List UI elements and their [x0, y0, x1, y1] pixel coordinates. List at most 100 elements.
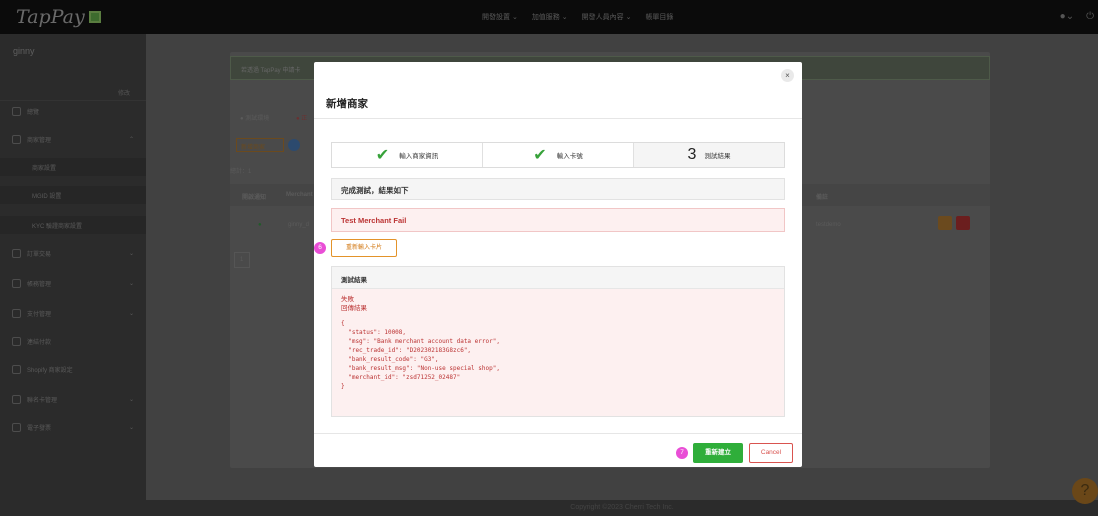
order-icon	[12, 248, 21, 258]
notify-dot-icon: ●	[258, 222, 262, 228]
chevron-down-icon: ⌄	[128, 250, 134, 257]
result-returned-label: 回傳結果	[341, 305, 367, 312]
result-body: 失敗 回傳結果 { "status": 10008, "msg": "Bank …	[332, 289, 784, 397]
modal-footer-divider	[314, 433, 802, 434]
sidebar-item-merchant[interactable]: 商家管理 ⌃	[0, 130, 146, 148]
sidebar-item-label: 商家設置	[32, 165, 57, 172]
chevron-down-icon: ⌄	[128, 424, 134, 431]
chevron-down-icon: ⌄	[128, 280, 134, 287]
invoice-icon	[12, 422, 21, 432]
grid-icon	[12, 106, 21, 116]
payment-icon	[12, 308, 21, 318]
sidebar-item-label: KYC 驗證商家設置	[32, 223, 83, 230]
logo-square-icon	[88, 11, 101, 23]
shopify-icon	[12, 364, 21, 374]
help-button[interactable]: ?	[1072, 478, 1098, 504]
col-note: 備註	[816, 195, 829, 201]
sidebar-item-label: 帳務管理	[27, 281, 52, 288]
top-right-icons: ●⌄ ⏻	[1060, 11, 1094, 22]
step-indicator: ✔ 輸入商家資訊 ✔ 輸入卡號 3 測試結果	[331, 142, 785, 168]
annotation-badge-6: 6	[314, 242, 326, 254]
topnav-value-added[interactable]: 加值服務 ⌄	[532, 12, 568, 22]
add-merchant-modal: × 新增商家 ✔ 輸入商家資訊 ✔ 輸入卡號 3 測試結果 完成測試，結果如下 …	[314, 62, 802, 467]
result-json: { "status": 10008, "msg": "Bank merchant…	[341, 320, 500, 390]
topnav-dev-settings[interactable]: 開發設置 ⌄	[482, 12, 518, 22]
sidebar-edit-link[interactable]: 修改	[118, 88, 130, 97]
top-nav: 開發設置 ⌄ 加值服務 ⌄ 開發人員內容 ⌄ 帳單目錄	[482, 12, 673, 22]
row-merchant: ginny_d	[288, 222, 310, 228]
sidebar-item-label: 連結付款	[27, 339, 52, 346]
alert-text: 若透過 TapPay 申請卡	[241, 68, 301, 74]
sidebar: ginny 修改 總覽 商家管理 ⌃ 商家設置 MGID 設置 KYC 驗證商家設…	[0, 34, 146, 516]
modal-title: 新增商家	[326, 98, 368, 110]
sidebar-item-label: 訂單交易	[27, 251, 52, 258]
sidebar-item-label: 商家管理	[27, 137, 52, 144]
sidebar-item-label: MGID 設置	[32, 193, 62, 200]
sidebar-item-kyc[interactable]: KYC 驗證商家設置	[0, 216, 146, 234]
tab-label: 正	[301, 116, 308, 122]
sidebar-username: ginny	[13, 46, 35, 56]
sidebar-item-mgid[interactable]: MGID 設置	[0, 186, 146, 204]
annotation-badge-7: 7	[676, 447, 688, 459]
sidebar-item-accounting[interactable]: 帳務管理 ⌄	[0, 274, 146, 292]
reinput-card-button[interactable]: 重新輸入卡片	[331, 239, 397, 257]
fail-message: Test Merchant Fail	[331, 208, 785, 232]
col-merchant: Merchant	[286, 192, 313, 198]
card-icon	[12, 394, 21, 404]
logo-text: TapPay	[16, 6, 85, 28]
check-icon: ✔	[375, 147, 390, 164]
result-panel: 測試結果 失敗 回傳結果 { "status": 10008, "msg": "…	[331, 266, 785, 417]
sidebar-divider	[0, 100, 146, 101]
sidebar-item-payment[interactable]: 支付管理 ⌄	[0, 304, 146, 322]
sidebar-item-einvoice[interactable]: 電子發票 ⌄	[0, 418, 146, 436]
account-icon	[12, 278, 21, 288]
row-note: testdemo	[816, 222, 841, 228]
store-icon	[12, 134, 21, 144]
sidebar-item-label: 聯名卡管理	[27, 397, 58, 404]
footer: Copyright ©2023 Cherri Tech Inc.	[146, 500, 1098, 516]
step-label: 測試結果	[704, 153, 731, 160]
sidebar-item-overview[interactable]: 總覽	[0, 102, 146, 120]
sidebar-item-merchant-settings[interactable]: 商家設置	[0, 158, 146, 176]
complete-header: 完成測試，結果如下	[331, 178, 785, 200]
chevron-down-icon: ⌄	[128, 310, 134, 317]
link-icon	[12, 336, 21, 346]
topnav-billing[interactable]: 帳單目錄	[645, 12, 673, 22]
settings-button[interactable]	[938, 216, 952, 230]
add-merchant-label: 新增商家	[241, 145, 266, 151]
cancel-button[interactable]: Cancel	[749, 443, 793, 463]
modal-divider	[314, 118, 802, 119]
delete-button[interactable]	[956, 216, 970, 230]
sidebar-item-cobrand-card[interactable]: 聯名卡管理 ⌄	[0, 390, 146, 408]
sidebar-item-label: 電子發票	[27, 425, 52, 432]
user-menu-icon[interactable]: ●⌄	[1060, 11, 1074, 22]
step-label: 輸入卡號	[556, 153, 583, 160]
top-bar: TapPay 開發設置 ⌄ 加值服務 ⌄ 開發人員內容 ⌄ 帳單目錄 ●⌄ ⏻	[0, 0, 1098, 34]
result-status: 失敗	[341, 296, 354, 303]
chevron-down-icon: ⌄	[128, 396, 134, 403]
sidebar-item-shopify[interactable]: Shopify 商家設定	[0, 360, 146, 378]
pagination-page[interactable]: 1	[234, 252, 250, 268]
result-title: 測試結果	[332, 267, 784, 289]
col-notify: 開啟通知	[242, 195, 267, 201]
topnav-developer[interactable]: 開發人員內容 ⌄	[582, 12, 632, 22]
step-merchant-info: ✔ 輸入商家資訊	[332, 143, 483, 167]
power-icon[interactable]: ⏻	[1086, 11, 1094, 22]
sidebar-item-label: Shopify 商家設定	[27, 367, 73, 374]
total-count: 總計：1	[230, 169, 252, 175]
step-test-result: 3 測試結果	[634, 143, 784, 167]
tab-test-env[interactable]: ● 測試環境	[240, 113, 269, 122]
tab-label: 測試環境	[245, 116, 270, 122]
check-icon: ✔	[533, 147, 547, 164]
info-icon	[288, 139, 300, 151]
close-icon[interactable]: ×	[781, 69, 794, 82]
recreate-button[interactable]: 重新建立	[693, 443, 743, 463]
sidebar-item-label: 支付管理	[27, 311, 52, 318]
add-merchant-button[interactable]: 新增商家	[236, 138, 284, 152]
step-card-number: ✔ 輸入卡號	[483, 143, 634, 167]
tab-production[interactable]: ● 正	[296, 113, 307, 122]
tappay-logo[interactable]: TapPay	[16, 6, 101, 28]
chevron-up-icon: ⌃	[128, 136, 134, 143]
sidebar-item-orders[interactable]: 訂單交易 ⌄	[0, 244, 146, 262]
sidebar-item-link-pay[interactable]: 連結付款	[0, 332, 146, 350]
